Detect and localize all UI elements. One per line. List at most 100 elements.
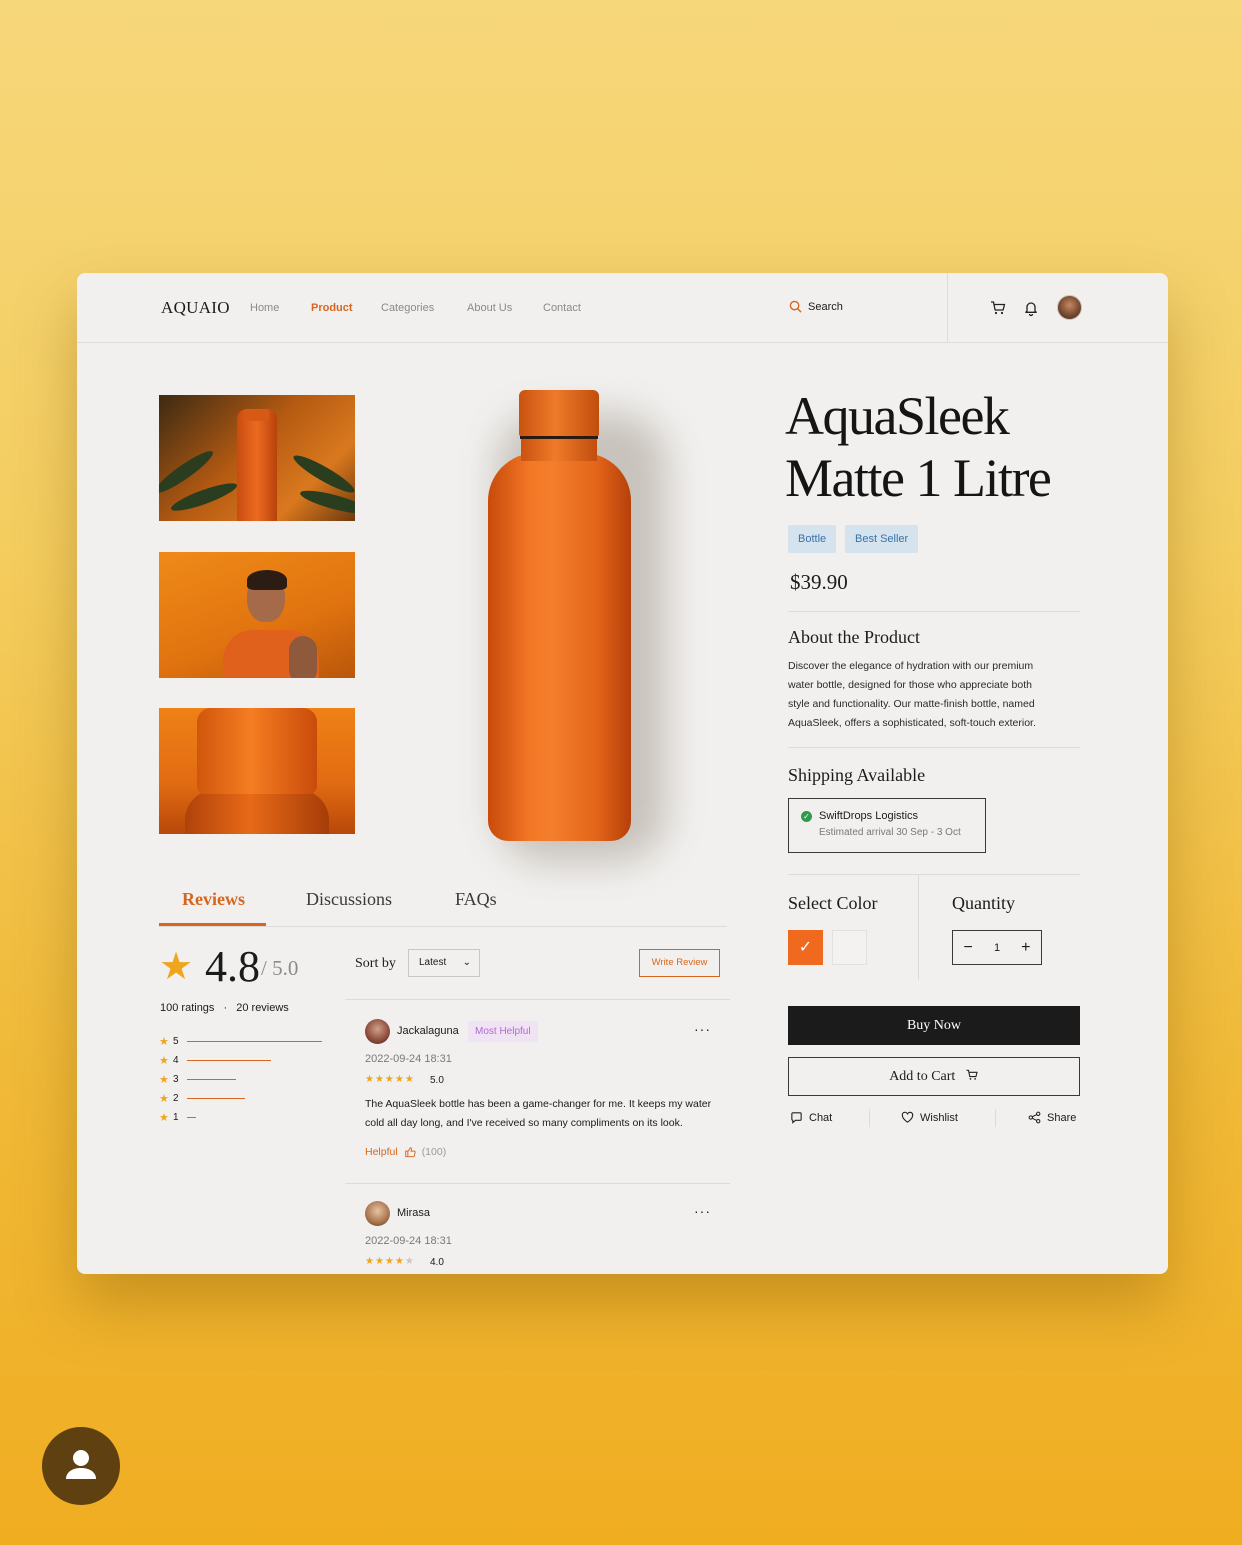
- tab-reviews[interactable]: Reviews: [182, 889, 245, 910]
- tab-bar-line: [159, 926, 727, 927]
- star-icon: ★: [159, 1112, 169, 1124]
- thumbnail-model[interactable]: [159, 552, 355, 678]
- divider: [788, 611, 1080, 612]
- share-icon: [1028, 1111, 1041, 1124]
- cart-icon: [966, 1069, 978, 1080]
- average-rating: 4.8: [205, 942, 260, 991]
- chevron-down-icon: ⌄: [462, 957, 471, 968]
- buy-now-button[interactable]: Buy Now: [788, 1006, 1080, 1045]
- divider: [788, 874, 1080, 875]
- rating-distribution-row: ★ 1: [159, 1111, 196, 1124]
- review-stars: ★★★★★: [365, 1256, 415, 1267]
- decrease-button[interactable]: −: [964, 939, 973, 957]
- write-review-button[interactable]: Write Review: [639, 949, 720, 977]
- chat-label: Chat: [809, 1111, 833, 1124]
- review-text: The AquaSleek bottle has been a game-cha…: [365, 1098, 712, 1129]
- quantity-label: Quantity: [952, 893, 1015, 913]
- wishlist-label: Wishlist: [920, 1111, 958, 1124]
- star-icon: ★: [159, 1055, 169, 1067]
- sort-select[interactable]: Latest ⌄: [408, 949, 480, 977]
- nav-contact[interactable]: Contact: [543, 302, 581, 314]
- reviewer-name: Mirasa: [397, 1207, 431, 1219]
- review-date: 2022-09-24 18:31: [365, 1235, 452, 1247]
- rating-level: 1: [173, 1112, 179, 1123]
- reviewer-avatar: [365, 1201, 390, 1226]
- add-to-cart-button[interactable]: Add to Cart: [788, 1057, 1080, 1096]
- color-swatch-orange[interactable]: ✓: [788, 930, 823, 965]
- search-icon: [789, 300, 802, 313]
- more-icon[interactable]: ···: [694, 1021, 711, 1037]
- nav-home[interactable]: Home: [250, 302, 279, 314]
- sort-by-label: Sort by: [355, 956, 396, 971]
- thumbnail-cap-closeup[interactable]: [159, 708, 355, 834]
- user-avatar[interactable]: [1057, 295, 1082, 320]
- sort-value: Latest: [419, 957, 447, 968]
- thumbs-up-icon: [404, 1147, 416, 1158]
- star-icon: ★: [159, 946, 194, 988]
- rating-counts: 100 ratings · 20 reviews: [160, 1002, 289, 1014]
- tab-faqs[interactable]: FAQs: [455, 889, 497, 910]
- review-stars: ★★★★★: [365, 1074, 415, 1085]
- vertical-divider: [995, 1109, 996, 1127]
- thumbnail-bottle-leaves[interactable]: [159, 395, 355, 521]
- product-page-card: AQUAIO Home Product Categories About Us …: [77, 273, 1168, 1274]
- shipping-option[interactable]: ✓ SwiftDrops Logistics Estimated arrival…: [788, 798, 986, 853]
- heart-icon: [901, 1111, 914, 1123]
- review-score: 4.0: [430, 1257, 444, 1268]
- helpful-button[interactable]: Helpful (100): [365, 1146, 446, 1158]
- rating-level: 5: [173, 1036, 179, 1047]
- divider: [345, 1183, 730, 1184]
- nav-product[interactable]: Product: [311, 302, 353, 314]
- select-color-label: Select Color: [788, 893, 878, 913]
- product-title: AquaSleek Matte 1 Litre: [785, 386, 1052, 508]
- header-divider: [947, 273, 948, 343]
- quantity-stepper: − 1 +: [952, 930, 1042, 965]
- shipping-title: Shipping Available: [788, 765, 926, 785]
- badge-best-seller: Best Seller: [845, 525, 919, 553]
- check-icon: ✓: [798, 939, 813, 956]
- top-nav-bar: AQUAIO Home Product Categories About Us …: [77, 273, 1168, 343]
- shipping-provider: SwiftDrops Logistics: [819, 810, 919, 822]
- tab-discussions[interactable]: Discussions: [306, 889, 392, 910]
- about-title: About the Product: [788, 627, 920, 647]
- review-date: 2022-09-24 18:31: [365, 1053, 452, 1065]
- reviews-count: 20 reviews: [236, 1002, 289, 1014]
- quantity-value[interactable]: 1: [994, 942, 1000, 954]
- rating-bar: [187, 1060, 271, 1061]
- reviewer-name: Jackalaguna: [397, 1025, 459, 1037]
- bell-icon[interactable]: [1022, 299, 1040, 317]
- shield-check-icon: ✓: [801, 811, 812, 822]
- helpful-count: (100): [421, 1146, 447, 1158]
- nav-about-us[interactable]: About Us: [467, 302, 512, 314]
- add-to-cart-label: Add to Cart: [889, 1069, 956, 1084]
- nav-categories[interactable]: Categories: [381, 302, 434, 314]
- user-icon: [66, 1450, 96, 1479]
- rating-distribution-row: ★ 2: [159, 1092, 245, 1105]
- rating-level: 4: [173, 1055, 179, 1066]
- rating-bar: [187, 1098, 245, 1099]
- cart-icon[interactable]: [989, 299, 1007, 317]
- rating-level: 2: [173, 1093, 179, 1104]
- account-fab[interactable]: [42, 1427, 120, 1505]
- chat-action[interactable]: Chat: [790, 1111, 832, 1124]
- rating-bar: [187, 1117, 196, 1118]
- color-swatch-white[interactable]: [832, 930, 867, 965]
- chat-icon: [791, 1112, 802, 1124]
- rating-distribution-row: ★ 4: [159, 1054, 271, 1067]
- badge-bottle: Bottle: [788, 525, 837, 553]
- brand-logo[interactable]: AQUAIO: [161, 298, 230, 318]
- vertical-divider: [869, 1109, 870, 1127]
- star-icon: ★: [159, 1036, 169, 1048]
- rating-level: 3: [173, 1074, 179, 1085]
- search-box[interactable]: Search: [789, 300, 843, 313]
- increase-button[interactable]: +: [1021, 939, 1030, 957]
- wishlist-action[interactable]: Wishlist: [901, 1111, 958, 1124]
- divider: [788, 747, 1080, 748]
- vertical-divider: [918, 874, 919, 980]
- reviewer-avatar: [365, 1019, 390, 1044]
- rating-bar: [187, 1079, 236, 1080]
- product-description: Discover the elegance of hydration with …: [788, 660, 1036, 729]
- share-action[interactable]: Share: [1028, 1111, 1076, 1124]
- star-icon: ★: [159, 1093, 169, 1105]
- more-icon[interactable]: ···: [694, 1203, 711, 1219]
